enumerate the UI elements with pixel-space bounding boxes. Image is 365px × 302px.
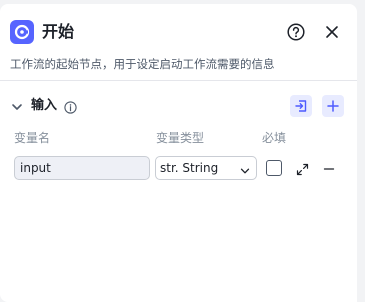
variable-type-value: str. String	[160, 161, 219, 175]
panel-header: 开始	[10, 20, 350, 44]
chevron-down-icon[interactable]	[10, 99, 24, 113]
start-node-panel: 开始 工作流的起始节点，用于设定启动工作流需要的信息 输入 变量名 变量类型 必…	[0, 4, 357, 302]
inputs-section-header: 输入	[10, 95, 350, 117]
import-variable-button[interactable]	[290, 95, 312, 117]
help-icon[interactable]	[286, 22, 306, 42]
node-description: 工作流的起始节点，用于设定启动工作流需要的信息	[10, 57, 275, 71]
add-variable-button[interactable]	[322, 95, 344, 117]
expand-icon[interactable]	[296, 161, 309, 176]
info-icon[interactable]	[64, 99, 77, 114]
panel-title: 开始	[42, 22, 75, 41]
column-header-required: 必填	[262, 131, 287, 145]
inputs-section-title: 输入	[31, 98, 58, 113]
divider	[0, 80, 357, 81]
column-header-name: 变量名	[14, 131, 51, 145]
chevron-down-icon	[239, 162, 251, 174]
import-icon	[295, 100, 307, 112]
required-checkbox[interactable]	[266, 160, 282, 176]
start-node-icon	[10, 20, 34, 44]
remove-variable-icon[interactable]	[322, 161, 336, 175]
variable-name-input[interactable]: input	[14, 156, 150, 180]
plus-icon	[327, 100, 339, 112]
column-header-type: 变量类型	[156, 131, 205, 145]
close-icon[interactable]	[322, 22, 342, 42]
variable-type-select[interactable]: str. String	[155, 156, 257, 180]
